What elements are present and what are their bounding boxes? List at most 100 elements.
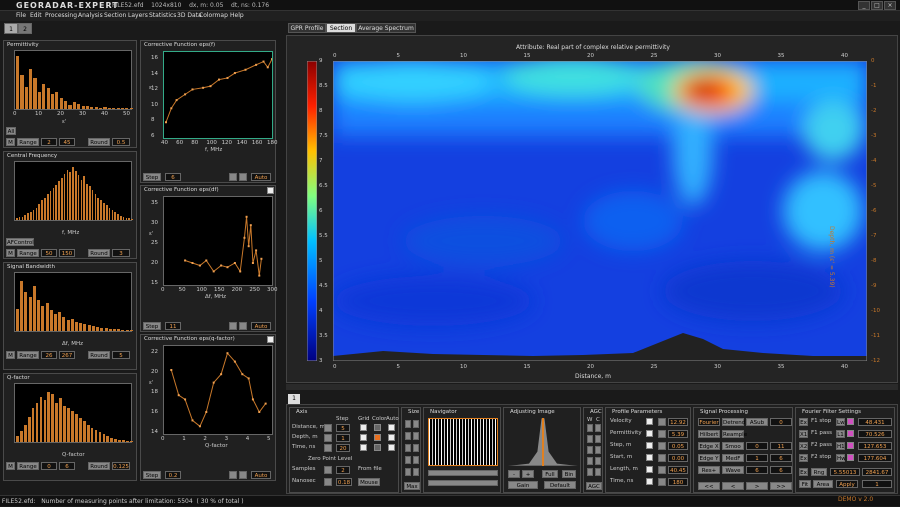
sigproc-control[interactable]: Res+ <box>698 466 720 474</box>
color-swatch[interactable] <box>374 434 381 441</box>
apply-value-field[interactable]: 1 <box>862 480 892 488</box>
menu-item-statistics[interactable]: Statistics <box>149 12 176 19</box>
default-button[interactable]: Default <box>544 481 576 489</box>
m-button[interactable]: M <box>6 351 15 359</box>
size-slider[interactable] <box>413 432 419 440</box>
sigproc-nav-button[interactable]: >> <box>770 482 792 490</box>
step-button[interactable]: Step <box>143 471 161 479</box>
tab-average-spectrum[interactable]: Average Spectrum <box>356 23 416 33</box>
agc-slider[interactable] <box>587 457 593 465</box>
fourier-extra[interactable]: Ex <box>799 468 808 476</box>
param-toggle[interactable] <box>658 454 666 462</box>
nanosec-toggle[interactable] <box>324 478 332 486</box>
param-toggle[interactable] <box>658 418 666 426</box>
size-slider[interactable] <box>405 432 411 440</box>
sigproc-control[interactable]: Hilbert <box>698 430 720 438</box>
scrollbar[interactable] <box>286 384 898 390</box>
param-value-field[interactable]: 12.92 <box>668 418 688 426</box>
all-button[interactable]: All <box>6 127 16 135</box>
minimize-button[interactable]: _ <box>858 1 870 10</box>
color-swatch[interactable] <box>374 424 381 431</box>
size-slider[interactable] <box>405 468 411 476</box>
round-button[interactable]: Round <box>88 462 110 470</box>
rng-button[interactable]: Rng <box>811 468 827 476</box>
auto-checkbox[interactable] <box>388 424 395 431</box>
mode-select[interactable]: Auto <box>251 173 271 181</box>
round-value-field[interactable]: 0.125 <box>112 462 130 470</box>
menu-item-edit[interactable]: Edit <box>30 12 42 19</box>
sigproc-nav-button[interactable]: > <box>746 482 768 490</box>
grid-checkbox[interactable] <box>360 424 367 431</box>
sigproc-control[interactable]: 6 <box>746 466 768 474</box>
menu-item-colormap[interactable]: Colormap <box>199 12 228 19</box>
round-value-field[interactable]: 0.5 <box>112 138 130 146</box>
fourier-color[interactable] <box>847 442 854 449</box>
size-slider[interactable] <box>413 420 419 428</box>
sigproc-control[interactable]: Smoo <box>722 442 744 450</box>
samples-toggle[interactable] <box>324 466 332 474</box>
sigproc-nav-button[interactable]: << <box>698 482 720 490</box>
step-value-field[interactable]: 0.2 <box>165 471 181 479</box>
sigproc-control[interactable]: Reample <box>722 430 747 438</box>
agc-slider[interactable] <box>595 468 601 476</box>
m-button[interactable]: M <box>6 138 15 146</box>
param-value-field[interactable]: 0.00 <box>668 454 688 462</box>
close-button[interactable]: × <box>884 1 896 10</box>
fourier-color[interactable] <box>847 454 854 461</box>
range-button[interactable]: Range <box>17 249 39 257</box>
range-max-field[interactable]: 45 <box>59 138 75 146</box>
rng-value2-field[interactable]: 2841.67 <box>862 468 892 476</box>
minus-button[interactable]: - <box>508 470 520 478</box>
mode-select[interactable]: Auto <box>251 322 271 330</box>
range-button[interactable]: Range <box>17 351 39 359</box>
grid-checkbox[interactable] <box>360 434 367 441</box>
param-value-field[interactable]: 180 <box>668 478 688 486</box>
round-button[interactable]: Round <box>88 249 110 257</box>
axis-row-toggle[interactable] <box>324 424 332 432</box>
range-min-field[interactable]: 0 <box>41 462 57 470</box>
prev-button[interactable] <box>229 173 237 181</box>
size-slider[interactable] <box>405 420 411 428</box>
fourier-color[interactable] <box>847 418 854 425</box>
fourier-color[interactable] <box>847 430 854 437</box>
menu-item-section[interactable]: Section <box>104 12 126 19</box>
step-button[interactable]: Step <box>143 322 161 330</box>
step-button[interactable]: Step <box>143 173 161 181</box>
axis-step-field[interactable]: 20 <box>336 444 350 452</box>
param-checkbox[interactable] <box>646 478 653 485</box>
range-button[interactable]: Range <box>17 138 39 146</box>
round-button[interactable]: Round <box>88 138 110 146</box>
size-slider[interactable] <box>413 456 419 464</box>
step-value-field[interactable]: 11 <box>165 322 181 330</box>
next-button[interactable] <box>239 471 247 479</box>
param-toggle[interactable] <box>658 442 666 450</box>
axis-row-toggle[interactable] <box>324 444 332 452</box>
axis-step-field[interactable]: 1 <box>336 434 350 442</box>
size-slider[interactable] <box>413 444 419 452</box>
sigproc-control[interactable]: 6 <box>770 466 792 474</box>
agc-slider[interactable] <box>587 468 593 476</box>
bottom-tab-1[interactable]: 1 <box>288 394 300 404</box>
range-min-field[interactable]: 50 <box>41 249 57 257</box>
size-slider[interactable] <box>405 444 411 452</box>
tab-1[interactable]: 1 <box>4 23 18 34</box>
auto-checkbox[interactable] <box>388 434 395 441</box>
fourier-toggle[interactable]: X2 <box>799 442 808 450</box>
round-value-field[interactable]: 5 <box>112 351 130 359</box>
agc-slider[interactable] <box>595 435 601 443</box>
agc-slider[interactable] <box>595 446 601 454</box>
color-swatch[interactable] <box>374 444 381 451</box>
sigproc-control[interactable]: Fourier <box>698 418 720 426</box>
menu-item-3d-data[interactable]: 3D Data <box>177 12 202 19</box>
menu-item-file[interactable]: File <box>16 12 26 19</box>
prev-button[interactable] <box>229 471 237 479</box>
plus-button[interactable]: + <box>522 470 534 478</box>
mode-select[interactable]: Auto <box>251 471 271 479</box>
mouse-button[interactable]: Mouse <box>358 478 380 486</box>
param-checkbox[interactable] <box>646 442 653 449</box>
panel-checkbox[interactable] <box>267 187 274 194</box>
fourier-slider-button[interactable]: Lw <box>836 418 845 426</box>
next-button[interactable] <box>239 322 247 330</box>
next-button[interactable] <box>239 173 247 181</box>
area-button[interactable]: Area <box>813 480 833 488</box>
